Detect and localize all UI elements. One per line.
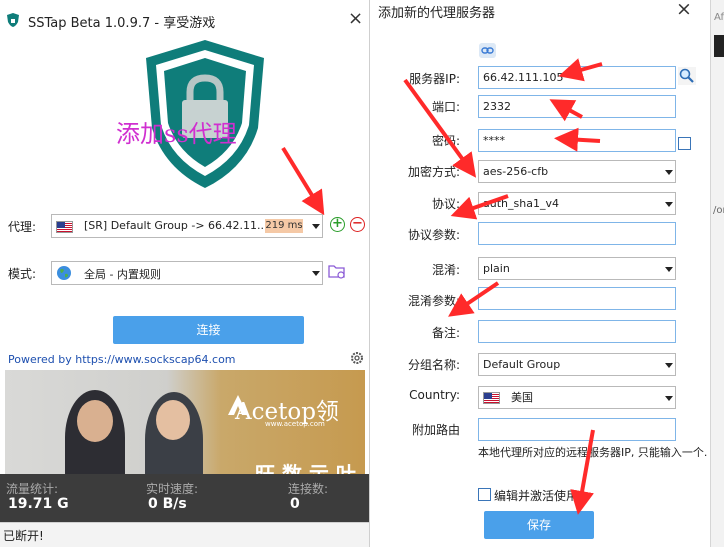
mode-label: 模式: bbox=[8, 267, 37, 281]
extra-route-input[interactable] bbox=[478, 418, 676, 441]
globe-icon bbox=[57, 266, 71, 280]
chevron-down-icon bbox=[665, 267, 673, 272]
person-face bbox=[156, 400, 190, 440]
speed-value: 0 B/s bbox=[148, 496, 187, 512]
server-ip-input[interactable]: 66.42.111.105 bbox=[478, 66, 676, 89]
latency-badge: 219 ms bbox=[265, 219, 303, 233]
remark-input[interactable] bbox=[478, 320, 676, 343]
mode-select-value: 全局 - 内置规则 bbox=[84, 268, 161, 281]
advertisement-banner[interactable]: Acetop领 www.acetop.com 旺 数 示 叶 bbox=[5, 370, 365, 474]
chevron-down-icon bbox=[312, 224, 320, 229]
show-password-checkbox[interactable] bbox=[678, 137, 691, 150]
connections-value: 0 bbox=[290, 496, 300, 512]
background-text: Af bbox=[714, 12, 724, 23]
encryption-select-value: aes-256-cfb bbox=[483, 165, 549, 178]
status-bar: 已断开! bbox=[0, 522, 369, 547]
connect-button[interactable]: 连接 bbox=[113, 316, 304, 344]
status-text: 已断开! bbox=[3, 529, 44, 543]
obfs-select[interactable]: plain bbox=[478, 257, 676, 280]
server-ip-label: 服务器IP: bbox=[409, 72, 460, 86]
gear-icon[interactable] bbox=[350, 351, 364, 365]
port-label: 端口: bbox=[431, 100, 460, 114]
obfs-select-value: plain bbox=[483, 262, 510, 275]
stats-bar: 流量统计: 19.71 G 实时速度: 0 B/s 连接数: 0 bbox=[0, 474, 369, 522]
group-label: 分组名称: bbox=[407, 358, 460, 372]
country-label: Country: bbox=[409, 388, 460, 402]
add-proxy-icon[interactable]: + bbox=[330, 217, 345, 232]
us-flag-icon bbox=[56, 221, 73, 233]
window-title: SSTap Beta 1.0.9.7 - 享受游戏 bbox=[28, 16, 216, 31]
link-icon[interactable] bbox=[479, 43, 496, 58]
folder-icon[interactable] bbox=[328, 263, 346, 279]
traffic-value: 19.71 G bbox=[8, 496, 69, 512]
us-flag-icon bbox=[483, 392, 500, 404]
save-button[interactable]: 保存 bbox=[484, 511, 594, 539]
banner-bottom-text: 旺 数 示 叶 bbox=[255, 462, 356, 474]
background-dark-block bbox=[714, 35, 724, 57]
extra-route-label: 附加路由 bbox=[411, 423, 460, 437]
close-icon[interactable]: × bbox=[676, 0, 692, 20]
powered-by-link[interactable]: Powered by https://www.sockscap64.com bbox=[8, 353, 236, 366]
protocol-param-input[interactable] bbox=[478, 222, 676, 245]
chevron-down-icon bbox=[665, 170, 673, 175]
protocol-label: 协议: bbox=[431, 197, 460, 211]
remark-label: 备注: bbox=[431, 326, 460, 340]
encryption-select[interactable]: aes-256-cfb bbox=[478, 160, 676, 183]
password-input[interactable]: **** bbox=[478, 129, 676, 152]
background-window: Af /or bbox=[710, 0, 724, 547]
port-input[interactable]: 2332 bbox=[478, 95, 676, 118]
chevron-down-icon bbox=[312, 271, 320, 276]
remove-proxy-icon[interactable]: − bbox=[350, 217, 365, 232]
overlay-annotation-text: 添加ss代理 bbox=[116, 120, 237, 148]
obfs-param-input[interactable] bbox=[478, 287, 676, 310]
group-select[interactable]: Default Group bbox=[478, 353, 676, 376]
proxy-label: 代理: bbox=[8, 220, 37, 234]
traffic-label: 流量统计: bbox=[6, 482, 59, 496]
speed-label: 实时速度: bbox=[146, 482, 199, 496]
sstap-main-window: SSTap Beta 1.0.9.7 - 享受游戏 × 添加ss代理 代理: [… bbox=[0, 0, 370, 547]
obfs-param-label: 混淆参数: bbox=[407, 294, 460, 308]
password-label: 密码: bbox=[431, 134, 460, 148]
protocol-select[interactable]: auth_sha1_v4 bbox=[478, 192, 676, 215]
sstap-app-icon bbox=[7, 13, 19, 27]
close-icon[interactable]: × bbox=[348, 8, 363, 29]
protocol-param-label: 协议参数: bbox=[407, 228, 460, 242]
group-select-value: Default Group bbox=[483, 358, 561, 371]
activate-checkbox[interactable] bbox=[478, 488, 491, 501]
country-select[interactable]: 美国 bbox=[478, 386, 676, 409]
add-proxy-dialog: 添加新的代理服务器 × 服务器IP: 66.42.111.105 端口: 233… bbox=[370, 0, 710, 547]
chevron-down-icon bbox=[665, 363, 673, 368]
search-icon[interactable] bbox=[678, 67, 696, 85]
country-select-value: 美国 bbox=[511, 391, 533, 404]
background-text: /or bbox=[713, 205, 724, 216]
protocol-select-value: auth_sha1_v4 bbox=[483, 197, 559, 210]
route-hint-text: 本地代理所对应的远程服务器IP, 只能输入一个. bbox=[478, 446, 708, 459]
chevron-down-icon bbox=[665, 396, 673, 401]
dialog-title: 添加新的代理服务器 bbox=[378, 6, 496, 21]
encryption-label: 加密方式: bbox=[407, 165, 460, 179]
person-face bbox=[77, 400, 113, 442]
activate-label: 编辑并激活使用 bbox=[494, 489, 579, 503]
proxy-select-value: [SR] Default Group -> 66.42.11... bbox=[84, 219, 268, 232]
chevron-down-icon bbox=[665, 202, 673, 207]
obfs-label: 混淆: bbox=[431, 263, 460, 277]
connections-label: 连接数: bbox=[288, 482, 329, 496]
banner-url: www.acetop.com bbox=[265, 420, 325, 428]
mode-select[interactable]: 全局 - 内置规则 bbox=[51, 261, 323, 285]
